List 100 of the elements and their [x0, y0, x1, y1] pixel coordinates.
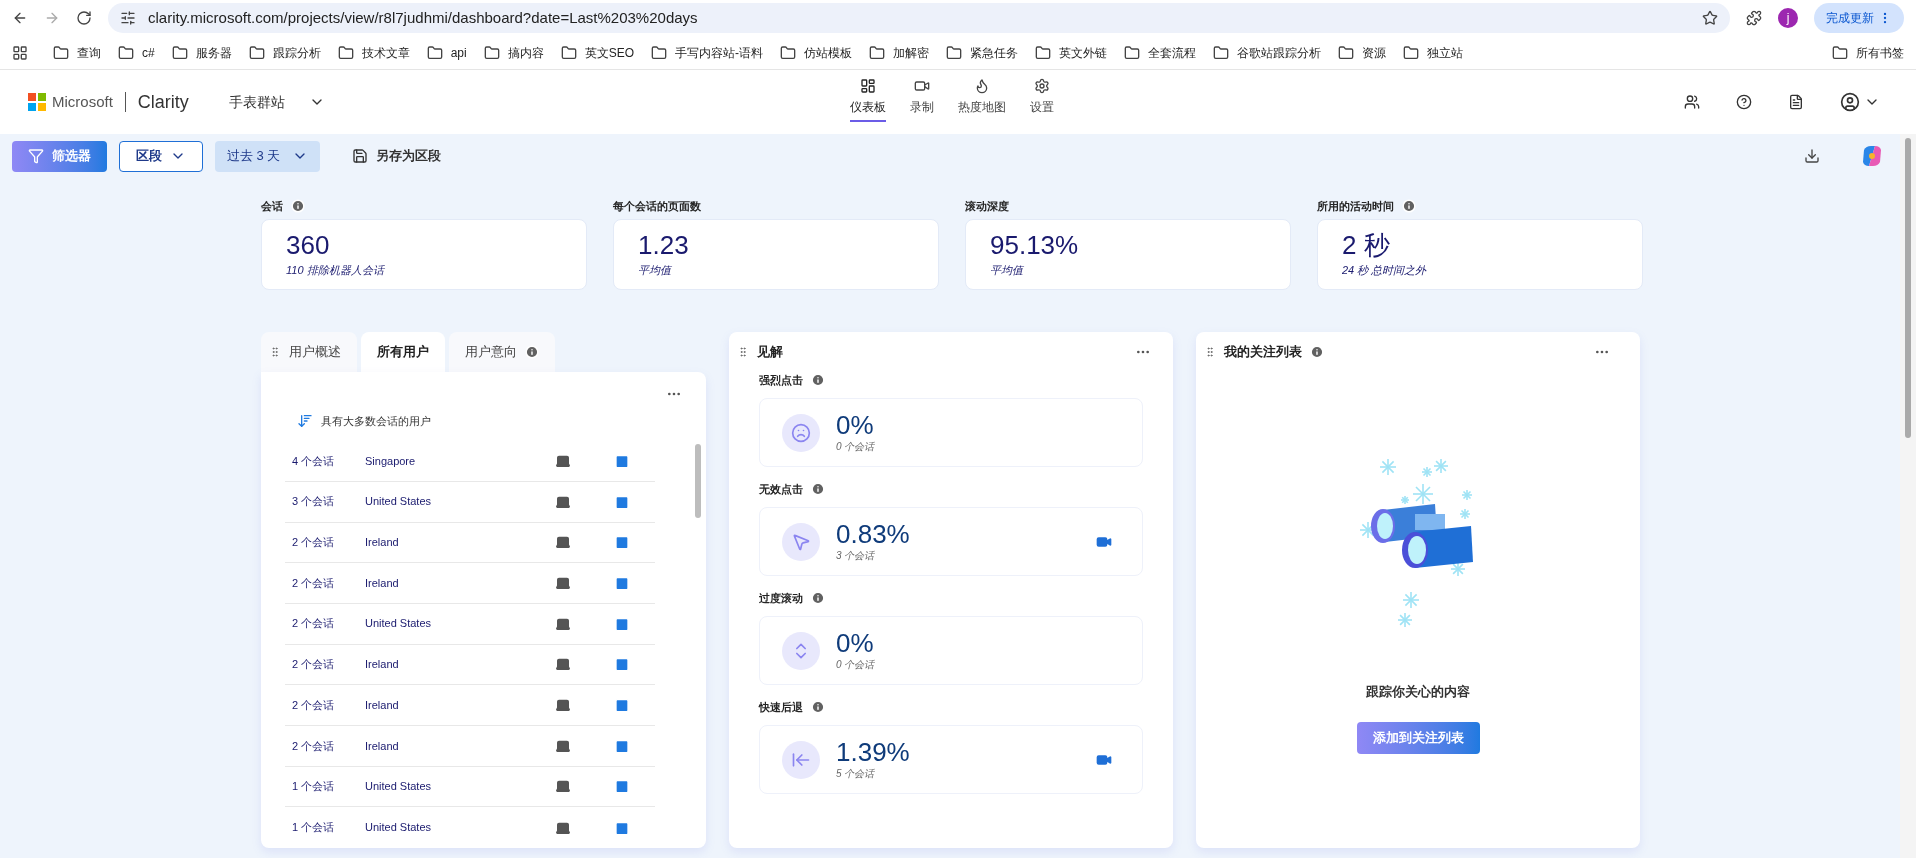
laptop-icon — [555, 534, 571, 551]
laptop-icon — [555, 575, 571, 592]
stat-subtext: 平均值 — [638, 263, 673, 278]
nav-tab[interactable]: 仪表板 — [850, 78, 886, 122]
flame-icon — [974, 78, 990, 94]
segment-dropdown[interactable]: 区段 — [119, 140, 203, 172]
user-row[interactable]: 2 个会话 Ireland — [285, 685, 655, 726]
filter-icon — [28, 148, 44, 164]
product-name: Clarity — [137, 90, 189, 114]
user-row[interactable]: 3 个会话 United States — [285, 481, 655, 523]
bookmark-item[interactable]: 谷歌站跟踪分析 — [1213, 43, 1322, 62]
bookmark-item[interactable]: 服务器 — [171, 43, 232, 62]
info-icon[interactable] — [1310, 345, 1324, 359]
session-count: 2 个会话 — [291, 738, 336, 754]
stat-value: 2 秒 — [1342, 229, 1391, 262]
session-count: 2 个会话 — [291, 657, 336, 673]
empty-state-message: 跟踪你关心的内容 — [1366, 683, 1470, 701]
back-icon[interactable] — [12, 10, 28, 26]
drag-handle-icon[interactable] — [1204, 346, 1216, 358]
user-row[interactable]: 1 个会话 United States — [285, 807, 655, 848]
bookmark-item[interactable]: 仿站模板 — [780, 43, 853, 62]
profile-avatar[interactable]: j — [1778, 8, 1798, 28]
bookmark-item[interactable]: 全套流程 — [1124, 43, 1197, 62]
laptop-icon — [555, 778, 571, 795]
bookmark-item[interactable]: 跟踪分析 — [248, 43, 321, 62]
insight-card[interactable]: 1.39% 5 个会话 — [759, 725, 1143, 794]
scrollbar-thumb[interactable] — [695, 444, 701, 518]
apps-icon[interactable] — [12, 44, 28, 61]
insight-card[interactable]: 0.83% 3 个会话 — [759, 507, 1143, 576]
info-icon[interactable] — [811, 373, 825, 387]
project-dropdown[interactable]: 手表群站 — [228, 91, 325, 113]
info-icon[interactable] — [1402, 199, 1416, 213]
extensions-icon[interactable] — [1746, 10, 1762, 26]
copilot-logo-icon[interactable] — [1860, 144, 1884, 168]
user-row[interactable]: 1 个会话 United States — [285, 766, 655, 808]
insight-card[interactable]: 0% 0 个会话 — [759, 398, 1143, 467]
bookmark-item[interactable]: 英文外链 — [1035, 43, 1108, 62]
bookmark-item[interactable]: c# — [118, 43, 155, 62]
stat-value: 360 — [286, 229, 331, 262]
user-row[interactable]: 2 个会话 Ireland — [285, 563, 655, 604]
user-row[interactable]: 4 个会话 Singapore — [285, 441, 655, 482]
star-icon[interactable] — [1702, 10, 1718, 26]
user-row[interactable]: 2 个会话 Ireland — [285, 522, 655, 564]
bookmark-item[interactable]: 手写内容站-语料 — [651, 43, 764, 62]
bookmark-item[interactable]: 英文SEO — [560, 43, 635, 62]
panel-tab[interactable]: 用户意向 — [449, 332, 555, 372]
all-bookmarks[interactable]: 所有书签 — [1832, 43, 1904, 62]
insight-subtext: 0 个会话 — [836, 440, 876, 454]
country-name: Ireland — [365, 657, 400, 673]
document-icon[interactable] — [1788, 94, 1804, 110]
microsoft-logo-icon — [28, 93, 46, 111]
bookmark-item[interactable]: 加解密 — [869, 43, 930, 62]
address-bar[interactable]: clarity.microsoft.com/projects/view/r8l7judhmi/dashboard?date=Last%203%20days — [108, 3, 1730, 33]
drag-handle-icon[interactable] — [737, 346, 749, 358]
drag-handle-icon[interactable] — [269, 346, 281, 358]
nav-tab[interactable]: 设置 — [1030, 78, 1054, 122]
user-row[interactable]: 2 个会话 Ireland — [285, 725, 655, 767]
add-to-watchlist-button[interactable]: 添加到关注列表 — [1356, 721, 1480, 754]
user-row[interactable]: 2 个会话 United States — [285, 603, 655, 645]
folder-icon — [560, 44, 577, 61]
scrollbar-thumb[interactable] — [1905, 138, 1911, 438]
country-name: Ireland — [365, 697, 400, 713]
reload-icon[interactable] — [76, 10, 92, 26]
info-icon[interactable] — [811, 482, 825, 496]
bookmark-item[interactable]: 查询 — [53, 43, 101, 62]
insight-label: 过度滚动 — [759, 590, 803, 606]
nav-tab[interactable]: 热度地图 — [958, 78, 1006, 122]
session-count: 2 个会话 — [291, 575, 336, 591]
info-icon[interactable] — [291, 199, 305, 213]
bookmark-item[interactable]: 紧急任务 — [946, 43, 1019, 62]
info-icon[interactable] — [811, 700, 825, 714]
save-segment-button[interactable]: 另存为区段 — [340, 140, 454, 172]
stat-subtext: 110 排除机器人会话 — [286, 263, 386, 278]
filter-button[interactable]: 筛选器 — [12, 140, 107, 172]
bookmark-item[interactable]: api — [426, 43, 467, 62]
folder-icon — [1832, 44, 1848, 61]
user-row[interactable]: 2 个会话 Ireland — [285, 644, 655, 686]
folder-icon — [1124, 44, 1141, 61]
sort-icon[interactable] — [297, 413, 313, 430]
panel-tab[interactable]: 所有用户 — [361, 332, 445, 372]
folder-icon — [1403, 44, 1420, 61]
stat-label: 每个会话的页面数 — [613, 198, 701, 214]
bookmark-item[interactable]: 独立站 — [1403, 43, 1464, 62]
bookmark-item[interactable]: 搞内容 — [483, 43, 544, 62]
site-settings-icon[interactable] — [120, 10, 136, 26]
panel-tab[interactable]: 用户概述 — [261, 332, 357, 372]
insight-card[interactable]: 0% 0 个会话 — [759, 616, 1143, 685]
info-icon[interactable] — [811, 591, 825, 605]
nav-tab[interactable]: 录制 — [910, 78, 934, 122]
download-icon[interactable] — [1804, 148, 1820, 164]
bookmark-item[interactable]: 资源 — [1338, 43, 1387, 62]
bookmark-item[interactable]: 技术文章 — [337, 43, 410, 62]
insight-label: 强烈点击 — [759, 372, 803, 388]
session-count: 2 个会话 — [291, 697, 336, 713]
update-button[interactable]: 完成更新 — [1814, 3, 1904, 33]
folder-icon — [53, 44, 69, 61]
info-icon[interactable] — [525, 345, 539, 359]
layout-icon — [860, 78, 876, 94]
help-icon[interactable] — [1736, 94, 1752, 110]
date-range-dropdown[interactable]: 过去 3 天 — [215, 140, 321, 172]
